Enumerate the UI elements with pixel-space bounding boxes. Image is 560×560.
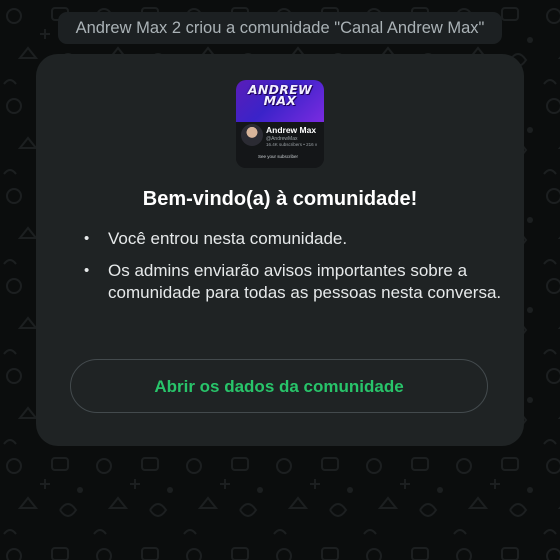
open-community-info-button[interactable]: Abrir os dados da comunidade [70,359,488,413]
community-thumbnail[interactable]: ANDREW MAX Andrew Max @AndrewMax 16.4K s… [236,80,324,168]
welcome-bullets: • Você entrou nesta comunidade. • Os adm… [82,228,502,314]
system-message: Andrew Max 2 criou a comunidade "Canal A… [58,12,502,44]
channel-name: Andrew Max [266,125,317,135]
bullet-icon: • [84,230,90,247]
community-welcome-card: ANDREW MAX Andrew Max @AndrewMax 16.4K s… [36,54,524,446]
bullet-text: Os admins enviarão avisos importantes so… [108,261,502,302]
channel-logo: ANDREW MAX [247,82,313,108]
channel-info: Andrew Max @AndrewMax 16.4K subscribers … [236,122,324,168]
channel-banner: ANDREW MAX [236,80,324,122]
channel-subscribers: 16.4K subscribers • 216 v [266,142,318,147]
welcome-title: Bem-vindo(a) à comunidade! [142,188,418,210]
list-item: • Você entrou nesta comunidade. [82,228,502,250]
bullet-icon: • [84,262,90,279]
list-item: • Os admins enviarão avisos importantes … [82,260,502,304]
avatar [241,124,263,146]
channel-cta-text: See your subscriber [258,154,299,159]
bullet-text: Você entrou nesta comunidade. [108,229,348,248]
